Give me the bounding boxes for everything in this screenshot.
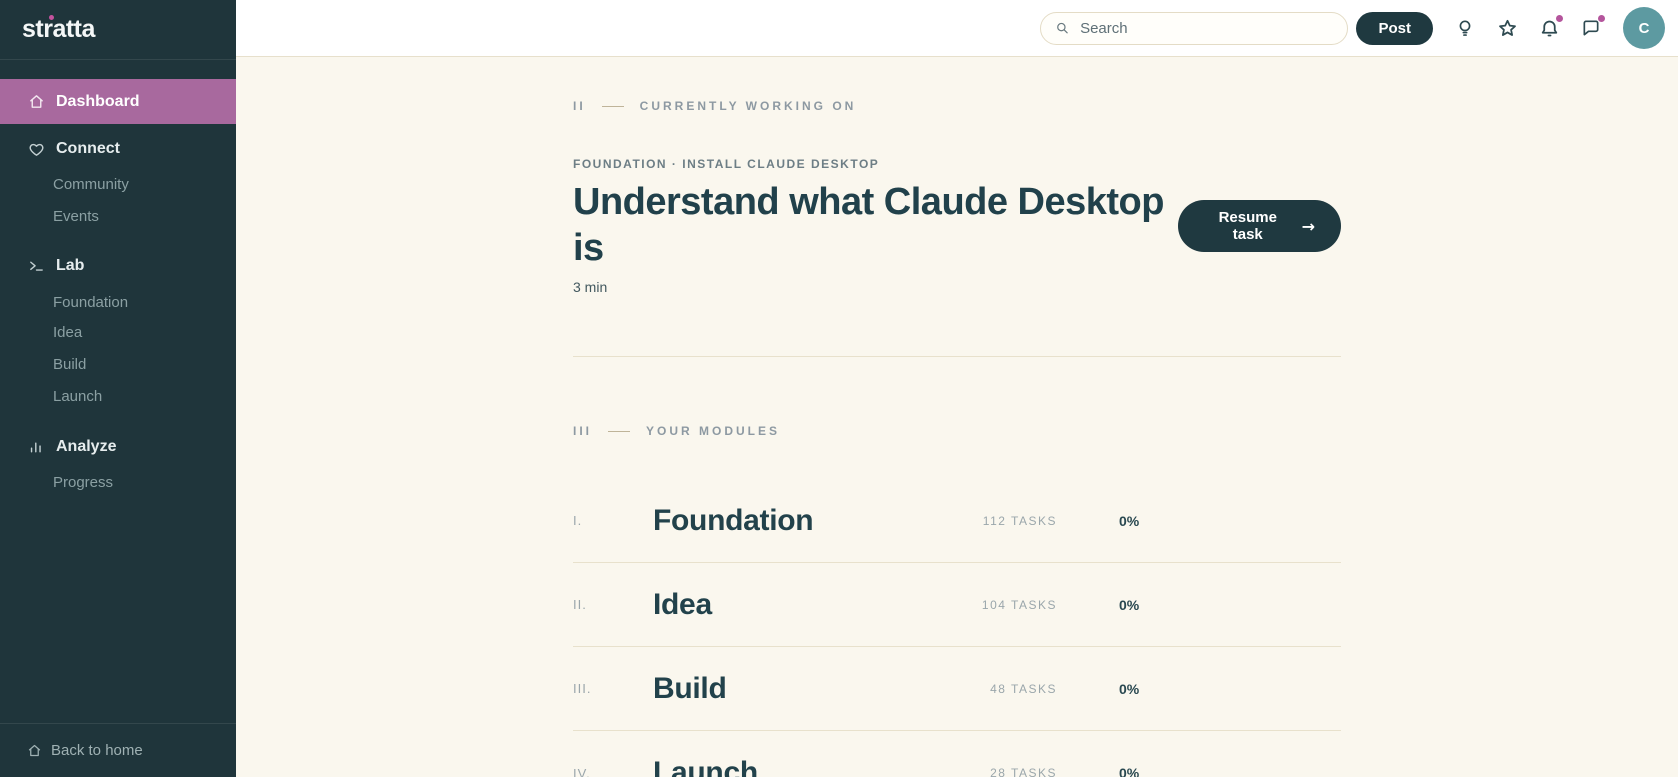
task-title: Understand what Claude Desktop is [573, 181, 1164, 269]
module-name: Foundation [653, 503, 814, 537]
module-row-build[interactable]: III. Build 48 TASKS 0% [573, 647, 1341, 731]
module-row-launch[interactable]: IV. Launch 28 TASKS 0% [573, 731, 1341, 777]
module-progress-percent: 0% [1119, 512, 1140, 529]
sidebar: stratta Dashboard Connect Community Even… [0, 0, 236, 777]
modules-list: I. Foundation 112 TASKS 0% II. Idea 104 … [573, 479, 1341, 777]
messages-button[interactable] [1579, 15, 1605, 40]
logo-container: stratta [0, 0, 236, 60]
section-divider [573, 356, 1341, 357]
sidebar-item-build[interactable]: Build [0, 348, 236, 380]
favorites-button[interactable] [1495, 16, 1519, 40]
sidebar-item-dashboard[interactable]: Dashboard [0, 79, 236, 124]
heart-icon [27, 140, 45, 158]
module-task-count: 112 TASKS [982, 513, 1057, 528]
section-dash [608, 430, 631, 432]
sidebar-subitem-label: Events [53, 207, 99, 225]
sidebar-item-foundation[interactable]: Foundation [0, 287, 236, 317]
sidebar-subitem-label: Foundation [53, 293, 129, 311]
home-icon [27, 93, 45, 111]
module-numeral: II. [573, 597, 587, 612]
currently-working-card: FOUNDATION · INSTALL CLAUDE DESKTOP Unde… [573, 157, 1341, 295]
section-label-working: II CURRENTLY WORKING ON [573, 99, 1341, 113]
sidebar-item-label: Lab [56, 257, 85, 274]
back-to-home-button[interactable]: Back to home [0, 723, 236, 777]
section-title: YOUR MODULES [646, 424, 781, 438]
chat-icon [1583, 20, 1599, 36]
module-progress-percent: 0% [1119, 765, 1140, 777]
module-task-count: 104 TASKS [981, 597, 1057, 612]
task-duration: 3 min [573, 279, 608, 295]
logo-accent-dot [49, 15, 54, 20]
module-numeral: IV. [573, 765, 591, 777]
bar-chart-icon [27, 438, 45, 456]
sidebar-item-events[interactable]: Events [0, 200, 236, 232]
avatar-initial: C [1638, 19, 1650, 37]
module-name: Launch [653, 756, 758, 777]
sidebar-subitem-label: Build [53, 355, 87, 373]
sidebar-item-label: Dashboard [56, 92, 140, 110]
working-info: FOUNDATION · INSTALL CLAUDE DESKTOP Unde… [573, 157, 1178, 295]
sidebar-item-lab[interactable]: Lab [0, 252, 236, 280]
star-icon [1498, 19, 1516, 36]
module-progress-percent: 0% [1119, 596, 1140, 613]
section-label-modules: III YOUR MODULES [573, 424, 1341, 438]
sidebar-subitem-label: Launch [53, 387, 103, 405]
module-progress-percent: 0% [1119, 680, 1140, 697]
module-row-idea[interactable]: II. Idea 104 TASKS 0% [573, 563, 1341, 647]
module-row-foundation[interactable]: I. Foundation 112 TASKS 0% [573, 479, 1341, 563]
resume-task-button[interactable]: Resume task → [1177, 200, 1341, 252]
sidebar-item-idea[interactable]: Idea [0, 317, 236, 348]
module-task-count: 48 TASKS [990, 681, 1057, 696]
sidebar-subitem-label: Community [53, 175, 129, 193]
sidebar-subitem-label: Idea [53, 324, 83, 341]
sidebar-item-launch[interactable]: Launch [0, 380, 236, 412]
lightbulb-icon [1459, 20, 1471, 36]
topbar: Post C [236, 0, 1678, 57]
notification-dot [1556, 15, 1563, 22]
module-numeral: III. [573, 681, 592, 696]
sidebar-item-label: Connect [56, 140, 120, 157]
notifications-button[interactable] [1537, 15, 1563, 40]
search-input[interactable] [1080, 19, 1334, 37]
post-button[interactable]: Post [1356, 11, 1433, 45]
stratta-logo: stratta [22, 15, 95, 43]
home-icon [27, 743, 43, 759]
sidebar-item-label: Analyze [56, 438, 117, 455]
module-numeral: I. [573, 513, 583, 528]
search-icon [1057, 22, 1069, 34]
arrow-right-icon: → [1301, 216, 1315, 236]
search-bar[interactable] [1040, 11, 1349, 45]
section-numeral: III [573, 424, 593, 438]
back-to-home-label: Back to home [51, 742, 143, 759]
sidebar-item-connect[interactable]: Connect [0, 135, 236, 163]
main-area: Post C II CURRENTLY WORKING ON [236, 0, 1678, 777]
notification-dot [1598, 15, 1605, 22]
terminal-icon [27, 257, 45, 275]
user-avatar[interactable]: C [1623, 7, 1665, 49]
section-title: CURRENTLY WORKING ON [639, 99, 857, 113]
sidebar-nav: Dashboard Connect Community Events Lab F… [0, 60, 236, 497]
module-task-count: 28 TASKS [990, 766, 1057, 777]
sidebar-item-community[interactable]: Community [0, 168, 236, 200]
module-name: Build [653, 671, 727, 705]
sidebar-item-progress[interactable]: Progress [0, 467, 236, 497]
task-breadcrumb: FOUNDATION · INSTALL CLAUDE DESKTOP [573, 157, 880, 171]
lightbulb-button[interactable] [1453, 16, 1477, 40]
module-name: Idea [653, 587, 712, 621]
sidebar-item-analyze[interactable]: Analyze [0, 433, 236, 461]
sidebar-subitem-label: Progress [53, 473, 114, 491]
page-content: II CURRENTLY WORKING ON FOUNDATION · INS… [236, 57, 1678, 777]
resume-task-label: Resume task [1218, 209, 1277, 243]
section-numeral: II [573, 99, 586, 113]
section-dash [601, 105, 624, 107]
